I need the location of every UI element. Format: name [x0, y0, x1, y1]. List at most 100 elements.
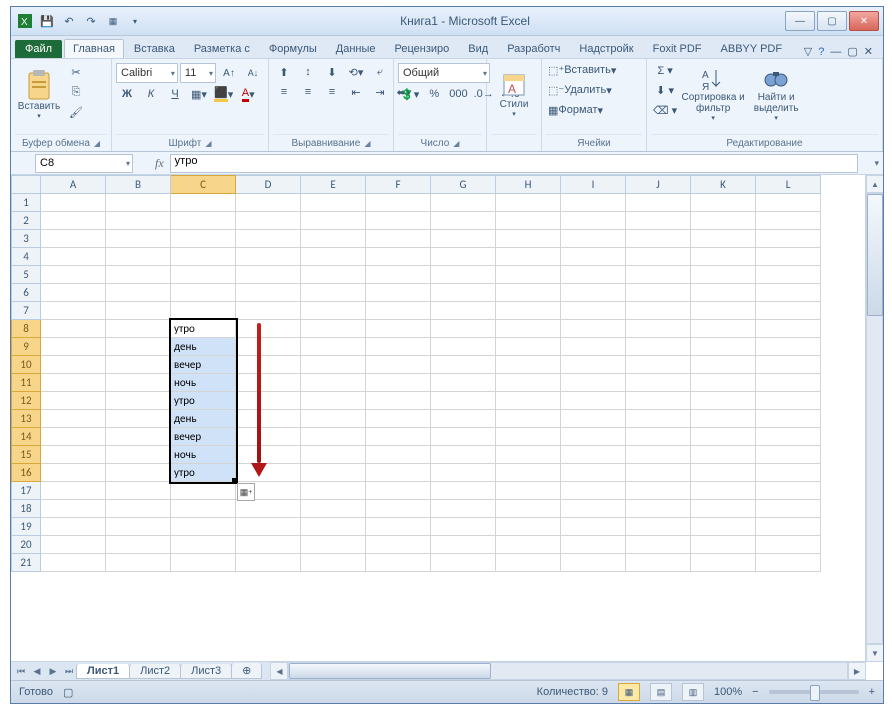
sheet-tab-1[interactable]: Лист1 [76, 664, 130, 679]
cell-K12[interactable] [691, 392, 756, 410]
maximize-button[interactable]: ▢ [817, 11, 847, 31]
cell-L14[interactable] [756, 428, 821, 446]
cell-H19[interactable] [496, 518, 561, 536]
number-dialog-icon[interactable]: ◢ [453, 139, 459, 148]
cell-K21[interactable] [691, 554, 756, 572]
cell-D4[interactable] [236, 248, 301, 266]
cell-L13[interactable] [756, 410, 821, 428]
font-size-combo[interactable]: 11 [180, 63, 216, 83]
qat-redo[interactable]: ↷ [81, 11, 101, 31]
tab-addins[interactable]: Надстройк [570, 39, 642, 58]
cell-L1[interactable] [756, 194, 821, 212]
cell-I4[interactable] [561, 248, 626, 266]
cell-I7[interactable] [561, 302, 626, 320]
cell-J1[interactable] [626, 194, 691, 212]
cell-E20[interactable] [301, 536, 366, 554]
cell-I15[interactable] [561, 446, 626, 464]
cell-D16[interactable] [236, 464, 301, 482]
tab-view[interactable]: Вид [459, 39, 497, 58]
cell-F20[interactable] [366, 536, 431, 554]
cell-H9[interactable] [496, 338, 561, 356]
cell-I14[interactable] [561, 428, 626, 446]
cell-B17[interactable] [106, 482, 171, 500]
cell-F17[interactable] [366, 482, 431, 500]
cell-F21[interactable] [366, 554, 431, 572]
cell-F15[interactable] [366, 446, 431, 464]
scroll-left-button[interactable]: ◀ [270, 662, 288, 680]
zoom-out-button[interactable]: − [752, 686, 758, 698]
col-header-I[interactable]: I [561, 176, 626, 194]
align-right-button[interactable]: ≡ [321, 83, 343, 101]
cell-E10[interactable] [301, 356, 366, 374]
cell-C19[interactable] [171, 518, 236, 536]
cell-C7[interactable] [171, 302, 236, 320]
indent-dec-button[interactable]: ⇤ [345, 83, 367, 101]
view-layout-button[interactable]: ▤ [650, 683, 672, 701]
col-header-F[interactable]: F [366, 176, 431, 194]
scroll-down-button[interactable]: ▼ [866, 644, 883, 662]
format-cells-button[interactable]: ▦ Формат ▾ [546, 101, 605, 119]
cell-B19[interactable] [106, 518, 171, 536]
cell-C21[interactable] [171, 554, 236, 572]
cell-B3[interactable] [106, 230, 171, 248]
cell-B4[interactable] [106, 248, 171, 266]
cell-D14[interactable] [236, 428, 301, 446]
cell-D19[interactable] [236, 518, 301, 536]
cell-K8[interactable] [691, 320, 756, 338]
cell-K11[interactable] [691, 374, 756, 392]
align-center-button[interactable]: ≡ [297, 83, 319, 101]
cell-A8[interactable] [41, 320, 106, 338]
cell-D1[interactable] [236, 194, 301, 212]
expand-formula-icon[interactable]: ▾ [874, 158, 879, 169]
cell-A2[interactable] [41, 212, 106, 230]
row-header-9[interactable]: 9 [12, 338, 41, 356]
border-button[interactable]: ▦▾ [188, 85, 210, 103]
number-format-combo[interactable]: Общий [398, 63, 490, 83]
mdi-restore[interactable]: ▢ [847, 45, 857, 58]
accounting-button[interactable]: 💲▾ [398, 85, 421, 103]
cell-D13[interactable] [236, 410, 301, 428]
delete-cells-button[interactable]: ⬚⁻ Удалить ▾ [546, 81, 614, 99]
cell-C10[interactable]: вечер [171, 356, 236, 374]
cell-F1[interactable] [366, 194, 431, 212]
cell-C12[interactable]: утро [171, 392, 236, 410]
macro-record-icon[interactable]: ▢ [63, 686, 73, 699]
cell-G16[interactable] [431, 464, 496, 482]
cell-H20[interactable] [496, 536, 561, 554]
cell-J3[interactable] [626, 230, 691, 248]
cell-C1[interactable] [171, 194, 236, 212]
close-button[interactable]: ✕ [849, 11, 879, 31]
cell-F18[interactable] [366, 500, 431, 518]
cell-C4[interactable] [171, 248, 236, 266]
row-header-16[interactable]: 16 [12, 464, 41, 482]
cell-A13[interactable] [41, 410, 106, 428]
cell-D2[interactable] [236, 212, 301, 230]
new-sheet-button[interactable]: ⊕ [231, 663, 262, 679]
cell-J5[interactable] [626, 266, 691, 284]
cell-A21[interactable] [41, 554, 106, 572]
cell-K10[interactable] [691, 356, 756, 374]
cell-I13[interactable] [561, 410, 626, 428]
cell-J9[interactable] [626, 338, 691, 356]
cell-B12[interactable] [106, 392, 171, 410]
sheet-nav-first[interactable]: ⏮ [13, 663, 29, 679]
row-header-17[interactable]: 17 [12, 482, 41, 500]
cell-K9[interactable] [691, 338, 756, 356]
cell-D20[interactable] [236, 536, 301, 554]
cell-A9[interactable] [41, 338, 106, 356]
cell-G11[interactable] [431, 374, 496, 392]
fill-button[interactable]: ⬇ ▾ [651, 81, 679, 99]
cut-button[interactable]: ✂ [65, 63, 87, 81]
cell-F9[interactable] [366, 338, 431, 356]
cell-K20[interactable] [691, 536, 756, 554]
col-header-E[interactable]: E [301, 176, 366, 194]
cell-L12[interactable] [756, 392, 821, 410]
cell-C2[interactable] [171, 212, 236, 230]
align-dialog-icon[interactable]: ◢ [364, 139, 370, 148]
insert-cells-button[interactable]: ⬚⁺ Вставить ▾ [546, 61, 618, 79]
tab-data[interactable]: Данные [327, 39, 385, 58]
cell-B8[interactable] [106, 320, 171, 338]
row-header-3[interactable]: 3 [12, 230, 41, 248]
cell-G12[interactable] [431, 392, 496, 410]
cell-A4[interactable] [41, 248, 106, 266]
